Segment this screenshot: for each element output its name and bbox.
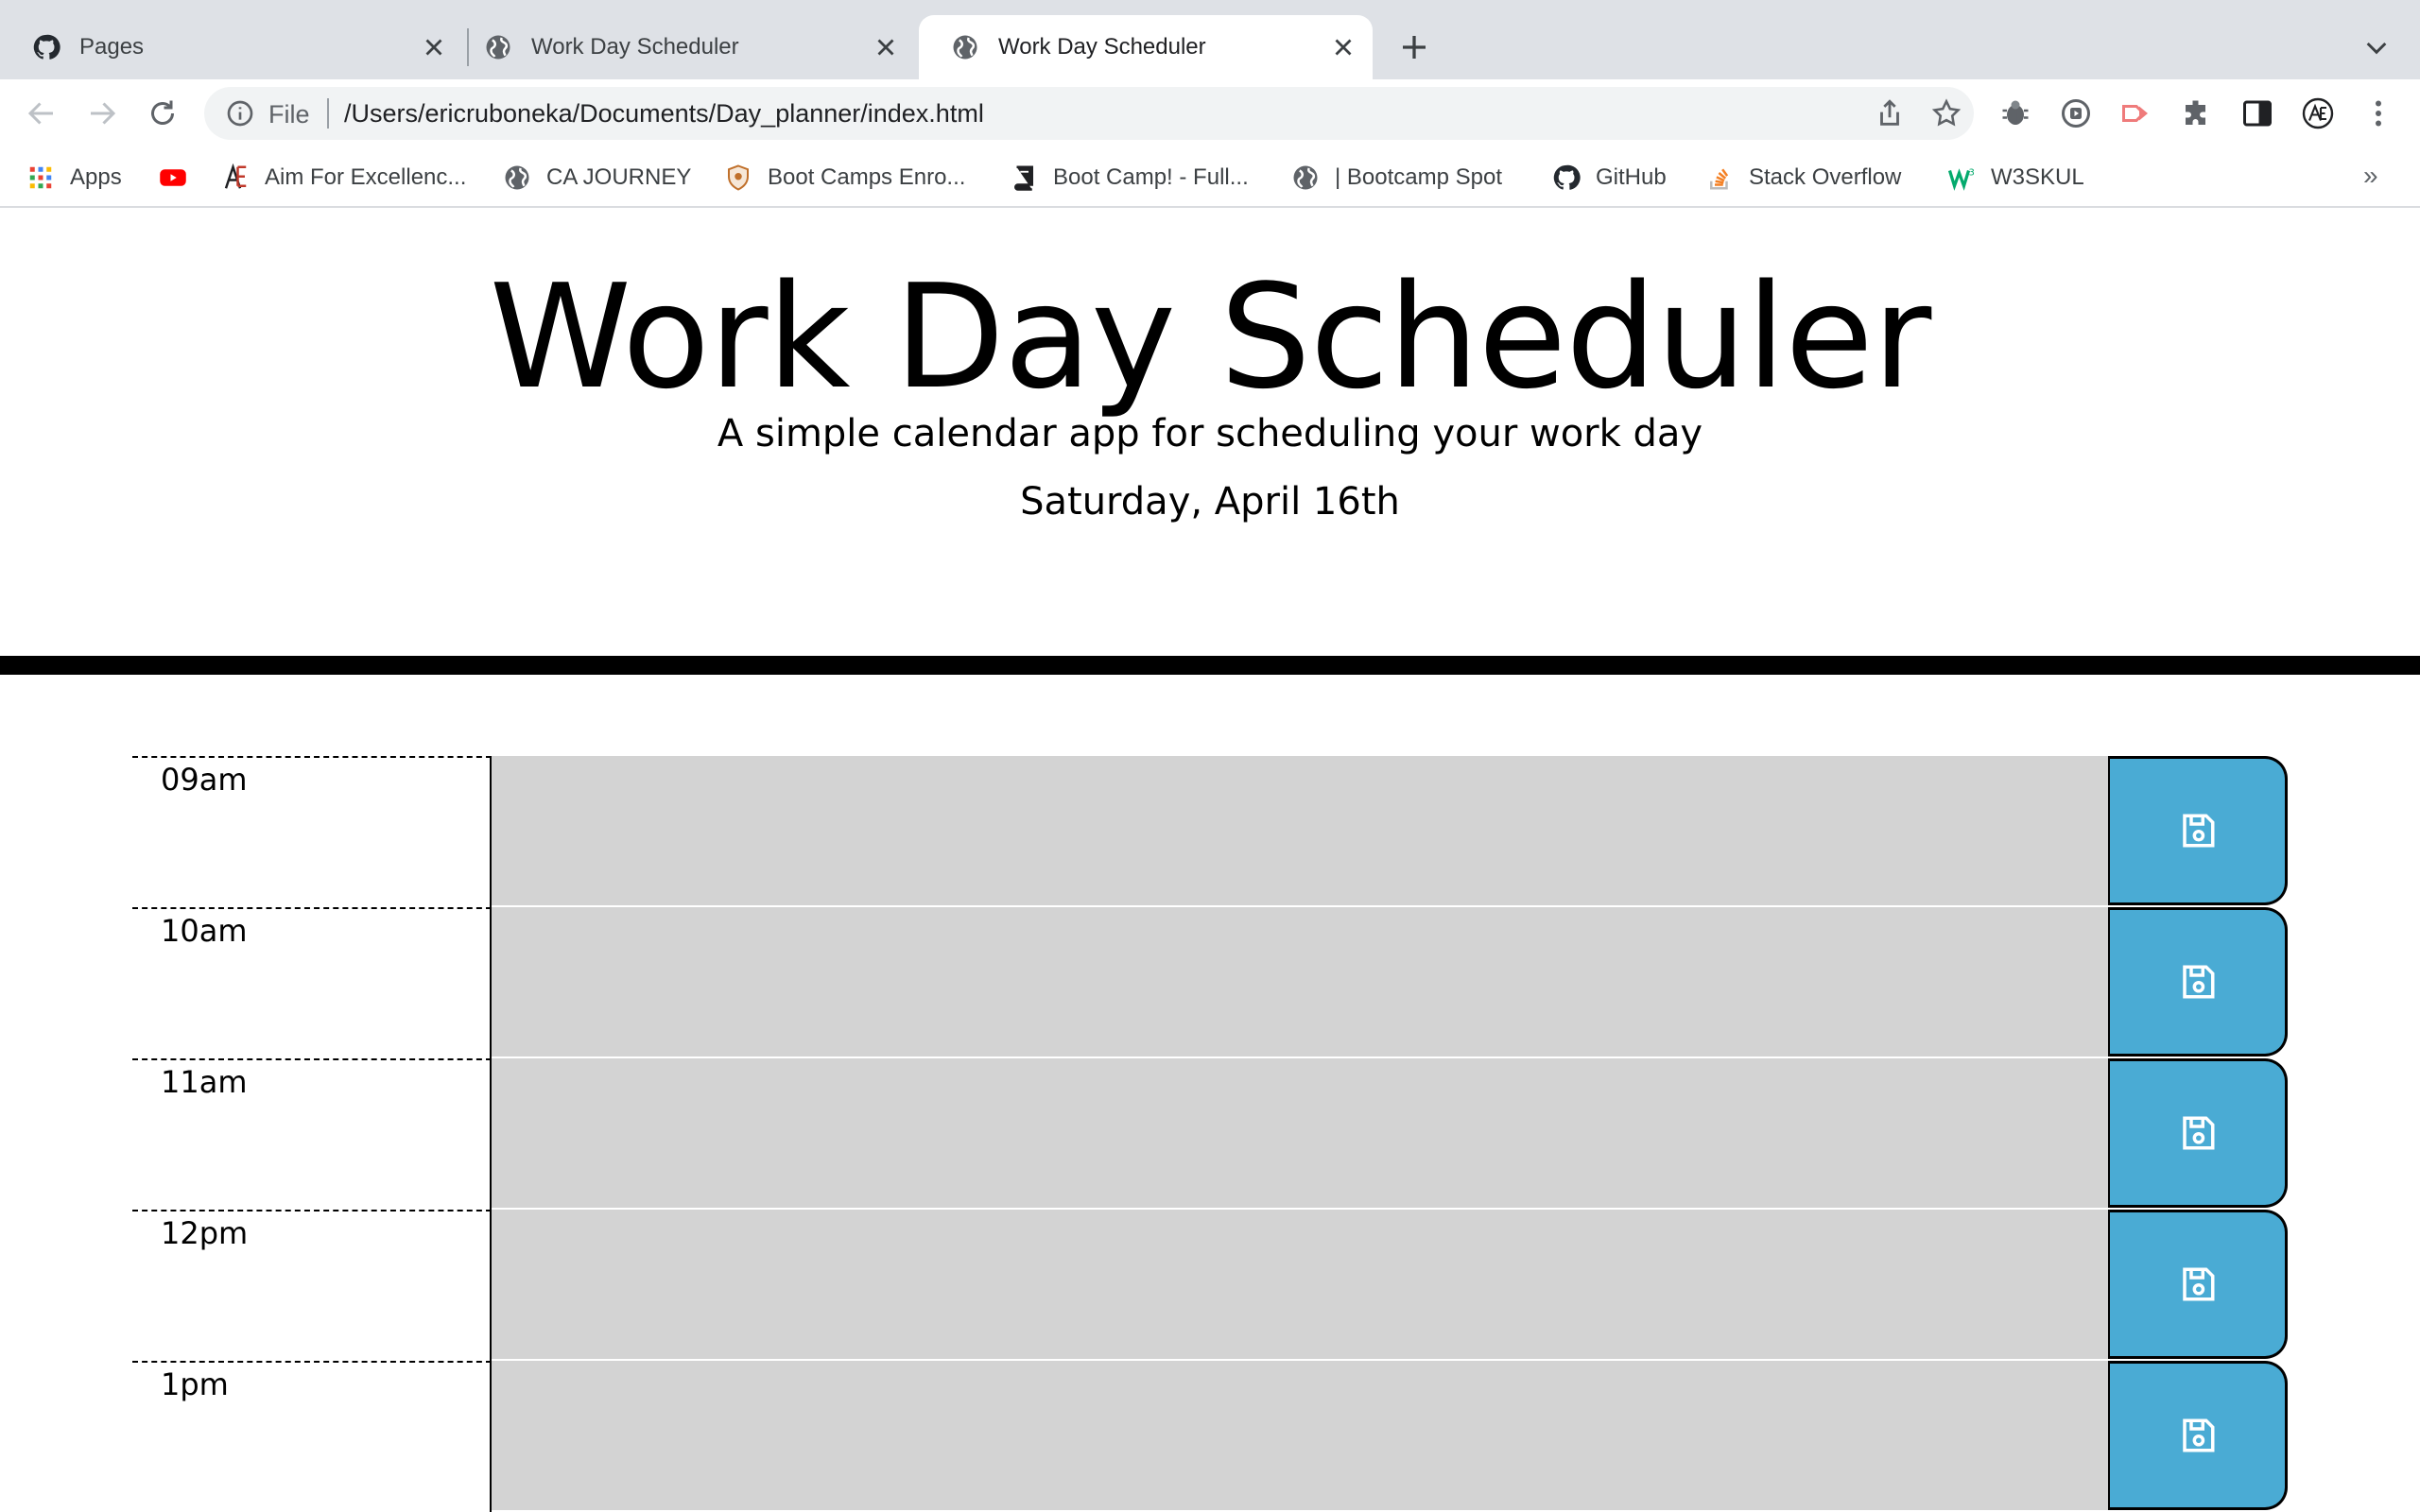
hour-label: 09am: [132, 756, 492, 907]
bookmark-label: Apps: [70, 164, 122, 190]
time-block-row: 09am: [132, 756, 2288, 907]
tab-pages[interactable]: Pages: [0, 15, 463, 79]
share-icon[interactable]: [1874, 97, 1906, 129]
hour-label: 12pm: [132, 1210, 492, 1361]
address-bar[interactable]: File /Users/ericruboneka/Documents/Day_p…: [204, 87, 1974, 140]
youtube-icon: [160, 169, 186, 186]
bookmark-bootcamp-spot[interactable]: | Bootcamp Spot: [1291, 161, 1502, 195]
shield-crest-icon: [728, 164, 749, 191]
kebab-menu-icon[interactable]: [2361, 96, 2395, 130]
page-lead: A simple calendar app for scheduling you…: [717, 412, 1703, 455]
page-title: Work Day Scheduler: [489, 253, 1932, 421]
bookmark-stack-overflow[interactable]: Stack Overflow: [1705, 161, 1901, 195]
current-day: Saturday, April 16th: [1020, 480, 1400, 524]
tab-work-day-scheduler-active[interactable]: Work Day Scheduler: [919, 15, 1373, 79]
tab-title: Work Day Scheduler: [998, 34, 1206, 60]
bookmark-youtube[interactable]: [159, 161, 202, 195]
bookmark-aim-for-excellence[interactable]: Aim For Excellenc...: [221, 161, 466, 195]
apps-grid-icon: [29, 166, 52, 189]
bookmark-boot-camp-full[interactable]: Boot Camp! - Full...: [1010, 161, 1249, 195]
bookmark-label: Boot Camp! - Full...: [1053, 164, 1249, 190]
event-description-input[interactable]: [492, 1210, 2110, 1361]
bookmark-label: Stack Overflow: [1749, 164, 1902, 190]
event-description-input[interactable]: [492, 1058, 2110, 1210]
save-button[interactable]: [2108, 907, 2288, 1057]
floppy-disk-icon: [2182, 1418, 2214, 1452]
save-button[interactable]: [2108, 756, 2288, 905]
browser-toolbar: File /Users/ericruboneka/Documents/Day_p…: [0, 79, 2420, 147]
omnibox-divider: [327, 98, 329, 129]
bookmark-label: Aim For Excellenc...: [265, 164, 467, 190]
event-description-input[interactable]: [492, 1361, 2110, 1512]
bookmark-label: GitHub: [1596, 164, 1667, 190]
profile-avatar-icon[interactable]: [2301, 96, 2335, 130]
globe-icon: [1293, 165, 1318, 190]
tab-title: Work Day Scheduler: [531, 34, 739, 60]
bookmark-ca-journey[interactable]: CA JOURNEY: [503, 161, 691, 195]
back-arrow-icon[interactable]: [25, 96, 59, 130]
hour-label: 10am: [132, 907, 492, 1058]
bookmark-w3skul[interactable]: 3 W3SKUL: [1947, 161, 2084, 195]
github-icon: [33, 34, 60, 60]
floppy-disk-icon: [2182, 1267, 2214, 1301]
bookmark-label: CA JOURNEY: [546, 164, 692, 190]
ae-logo-icon: [224, 163, 247, 189]
globe-icon: [505, 165, 529, 190]
tab-strip: Pages Work Day Scheduler Work Day Schedu…: [0, 0, 2420, 79]
w3-icon: 3: [1947, 168, 1975, 191]
bookmarks-overflow-chevron[interactable]: »: [2363, 161, 2378, 191]
event-description-input[interactable]: [492, 907, 2110, 1058]
bookmark-star-icon[interactable]: [1930, 97, 1962, 129]
side-panel-icon[interactable]: [2240, 96, 2274, 130]
hour-label: 11am: [132, 1058, 492, 1210]
save-button[interactable]: [2108, 1361, 2288, 1510]
info-icon[interactable]: [225, 98, 255, 129]
save-button[interactable]: [2108, 1210, 2288, 1359]
close-icon[interactable]: [420, 33, 448, 61]
bookmarks-bar: Apps Aim For Excellenc... CA JOURNEY Boo…: [0, 147, 2420, 208]
bookmark-label: Boot Camps Enro...: [768, 164, 966, 190]
svg-text:3: 3: [1969, 168, 1975, 179]
save-button[interactable]: [2108, 1058, 2288, 1208]
tab-work-day-scheduler-1[interactable]: Work Day Scheduler: [452, 15, 915, 79]
time-block-row: 1pm: [132, 1361, 2288, 1512]
bug-extension-icon[interactable]: [1998, 96, 2032, 130]
close-icon[interactable]: [872, 33, 900, 61]
bookmark-apps[interactable]: Apps: [26, 161, 122, 195]
tab-title: Pages: [79, 34, 145, 60]
close-icon[interactable]: [1329, 33, 1357, 61]
floppy-disk-icon: [2182, 1116, 2214, 1150]
hour-label: 1pm: [132, 1361, 492, 1512]
github-icon: [1553, 164, 1581, 190]
bookmark-label: W3SKUL: [1991, 164, 2084, 190]
chevron-down-icon[interactable]: [2361, 32, 2392, 62]
scheme-label: File: [268, 100, 310, 129]
time-block-row: 11am: [132, 1058, 2288, 1210]
book-icon: [1014, 165, 1033, 191]
bookmark-boot-camps-enrollment[interactable]: Boot Camps Enro...: [724, 161, 965, 195]
floppy-disk-icon: [2182, 965, 2214, 999]
bookmark-github[interactable]: GitHub: [1552, 161, 1667, 195]
event-description-input[interactable]: [492, 756, 2110, 907]
globe-icon: [953, 35, 977, 60]
globe-icon: [486, 35, 510, 60]
time-block-row: 10am: [132, 907, 2288, 1058]
jumbotron-header: Work Day Scheduler A simple calendar app…: [0, 208, 2420, 675]
page-content: Work Day Scheduler A simple calendar app…: [0, 208, 2420, 1512]
forward-arrow-icon[interactable]: [85, 96, 119, 130]
new-tab-plus-icon[interactable]: [1397, 30, 1431, 64]
puzzle-extensions-icon[interactable]: [2180, 96, 2214, 130]
screencast-extension-icon[interactable]: [2119, 96, 2153, 130]
bookmark-label: | Bootcamp Spot: [1335, 164, 1502, 190]
url-text[interactable]: /Users/ericruboneka/Documents/Day_planne…: [344, 99, 984, 129]
stackoverflow-icon: [1710, 168, 1729, 190]
time-block-row: 12pm: [132, 1210, 2288, 1361]
reload-icon[interactable]: [146, 96, 180, 130]
floppy-disk-icon: [2182, 814, 2214, 848]
media-extension-icon[interactable]: [2059, 96, 2093, 130]
